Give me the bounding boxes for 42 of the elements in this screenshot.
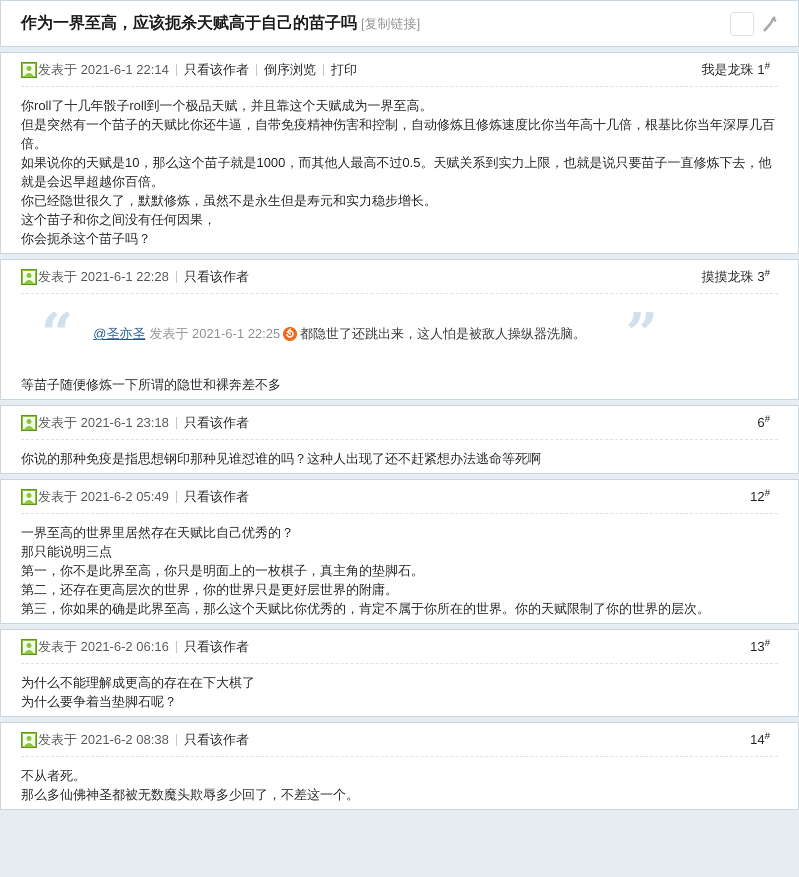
post-date: 发表于 2021-6-2 06:16: [38, 638, 169, 656]
floor-number: 12$^{#}$: [750, 486, 770, 506]
open-quote: “: [41, 306, 74, 362]
post-date: 发表于 2021-6-1 22:14: [38, 60, 169, 79]
thread-title: 作为一界至高，应该扼杀天赋高于自己的苗子吗: [21, 13, 357, 34]
author-name: 我是龙珠: [701, 60, 754, 79]
user-mention-link[interactable]: @圣亦圣: [93, 324, 146, 344]
post-date: 发表于 2021-6-2 05:49: [38, 488, 169, 506]
post-link[interactable]: 只看该作者: [184, 486, 249, 506]
user-icon: [21, 62, 37, 78]
user-icon: [21, 414, 37, 430]
post-date: 发表于 2021-6-1 22:28: [38, 268, 169, 286]
post-body: 你roll了十几年骰子roll到一个极品天赋，并且靠这个天赋成为一界至高。 但是突然有一个苗子的天赋比你还牛逼，自带免疫精神伤害和控制，自动修炼且修炼速度比你当年高十几倍，根基比你当年深厚几百倍。 如果说你的天赋是10，那么这个苗子就是1000，而其他人最高不过0.5。天赋关系到实力上限，也就是说只要苗子一直修炼下去，他就是会迟早超越你百倍。 你已经隐世很久了，默默修炼，虽然不是永生但是寿元和实力稳步增长。 这个苗子和你之间没有任何因果， 你会扼杀这个苗子吗？: [21, 97, 776, 248]
user-icon: [21, 268, 37, 284]
post-link[interactable]: 只看该作者: [184, 266, 249, 286]
post-link[interactable]: 打印: [330, 60, 357, 80]
post-body: 为什么不能理解成更高的存在在下大棋了 为什么要争着当垫脚石呢？: [21, 674, 256, 711]
post-body: 等苗子随便修炼一下所谓的隐世和裸奔差不多: [21, 376, 282, 394]
post-body: 你说的那种免疫是指思想钢印那种见谁怼谁的吗？这种人出现了还不赶紧想办法逃命等死啊: [21, 450, 542, 468]
post-link[interactable]: 只看该作者: [184, 730, 249, 750]
post-date: 发表于 2021-6-1 23:18: [38, 414, 169, 432]
wrench-icon[interactable]: [762, 14, 778, 32]
floor-number: 14$^{#}$: [750, 730, 770, 749]
author-name: 摸摸龙珠: [701, 268, 754, 286]
post-link[interactable]: 倒序浏览: [264, 60, 316, 80]
close-quote: ”: [626, 306, 658, 362]
post-body: 不从者死。 那么多仙佛神圣都被无数魔头欺辱多少回了，不差这一个。: [21, 767, 360, 804]
user-icon: [21, 638, 37, 654]
post-body: 一界至高的世界里居然存在天赋比自己优秀的？ 那只能说明三点 第一，你不是此界至高，你只是明面上的一枚棋子，真主角的垫脚石。 第二，还存在更高层次的世界，你的世界只是更好层世界的附庸。 第三，你如果的确是此界至高，那么这个天赋比你优秀的，肯定不属于你所在的世界。你的天赋限制了你的世界的层次。: [21, 524, 711, 618]
toolbar-box[interactable]: [730, 12, 754, 36]
floor-number: 13$^{#}$: [750, 636, 770, 656]
post-link[interactable]: 只看该作者: [184, 636, 249, 656]
user-icon: [21, 488, 37, 504]
floor-number: 3$^{#}$: [757, 266, 770, 286]
post-link[interactable]: 只看该作者: [184, 60, 249, 80]
post-date: 发表于 2021-6-2 08:38: [38, 730, 169, 749]
quote-date: 发表于 2021-6-1 22:25: [149, 325, 280, 344]
post-link[interactable]: 只看该作者: [184, 412, 249, 432]
quote-text: 都隐世了还跳出来，这人怕是被敌人操纵器洗脑。: [300, 325, 586, 344]
floor-number: 6$^{#}$: [757, 412, 770, 432]
user-icon: [21, 732, 37, 748]
floor-number: 1$^{#}$: [757, 60, 770, 79]
